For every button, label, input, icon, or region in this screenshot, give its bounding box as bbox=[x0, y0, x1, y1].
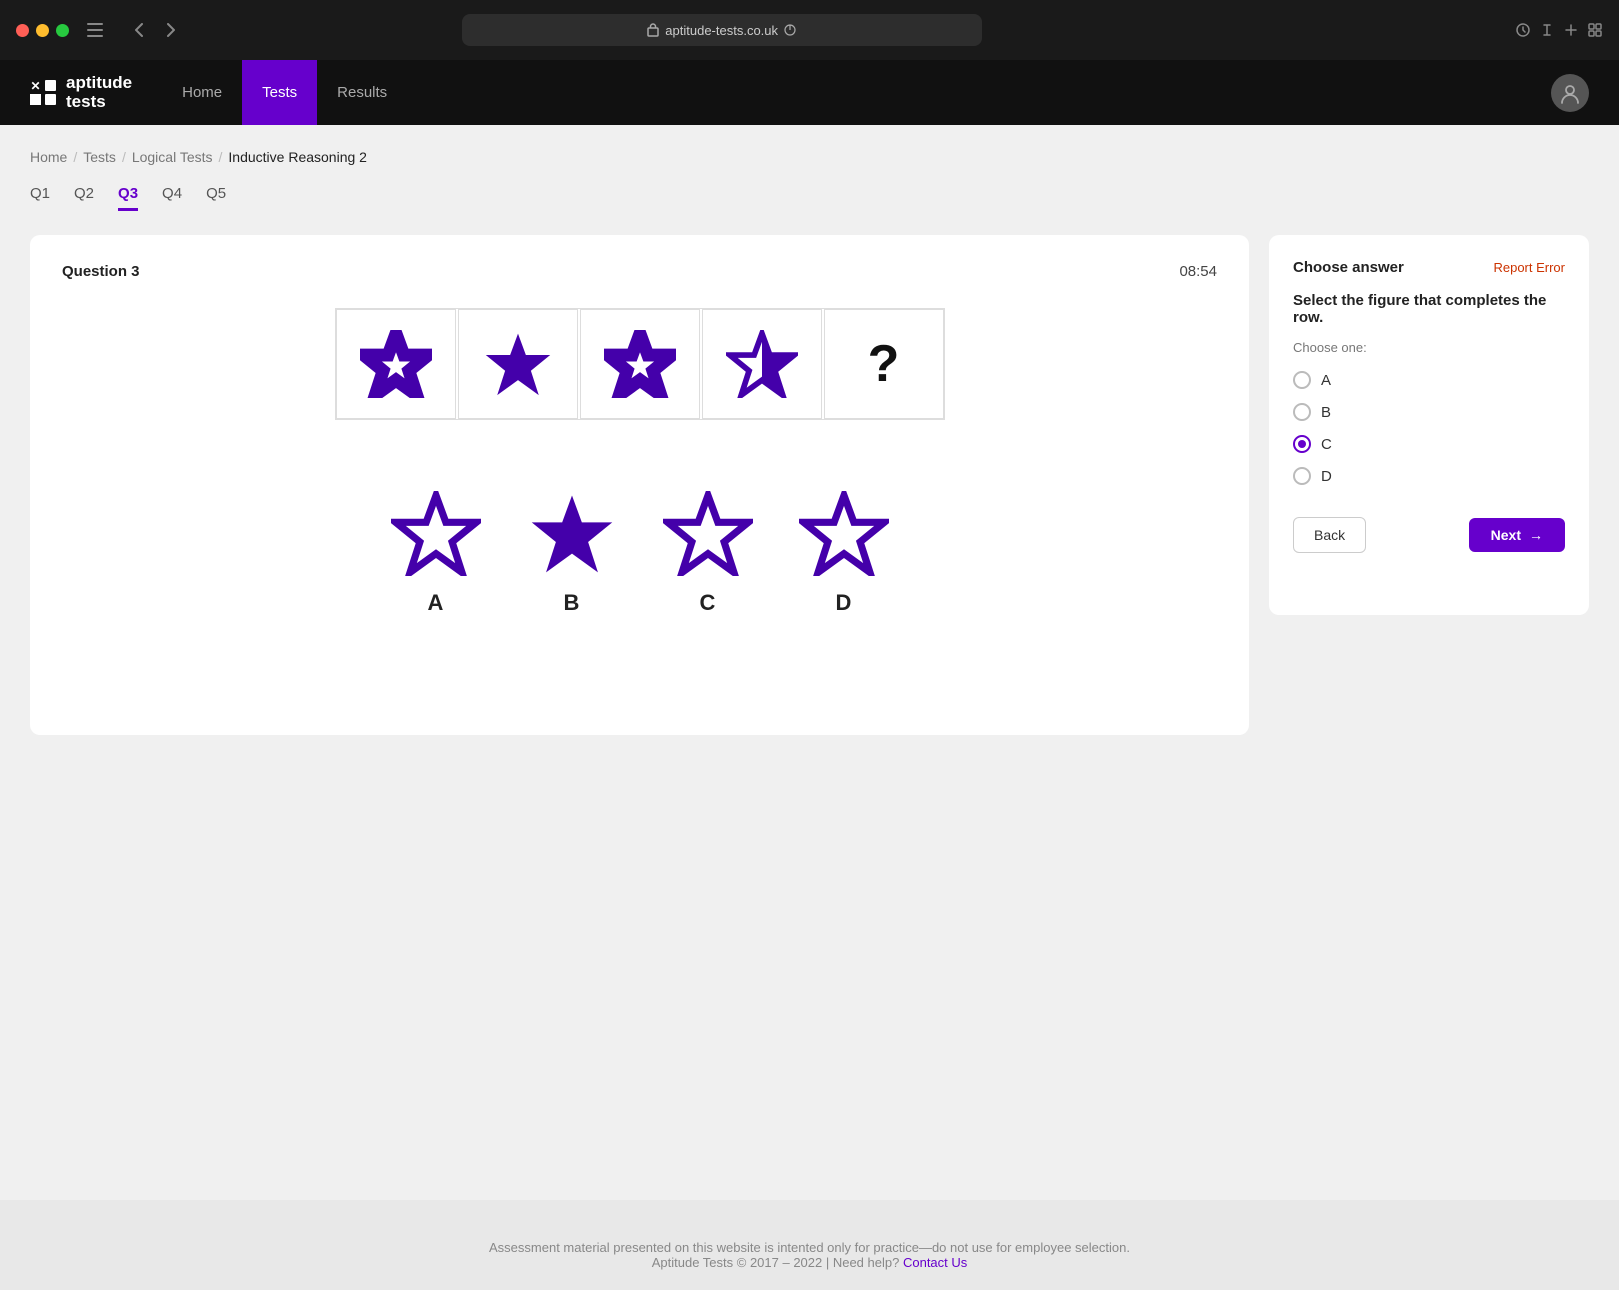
answer-option-a[interactable]: A bbox=[386, 488, 486, 616]
answer-option-c[interactable]: C bbox=[658, 488, 758, 616]
forward-nav-icon[interactable] bbox=[157, 16, 185, 44]
user-avatar[interactable] bbox=[1551, 74, 1589, 112]
nav-results[interactable]: Results bbox=[317, 60, 407, 125]
answer-label-d: D bbox=[836, 590, 852, 616]
logo-line2: tests bbox=[66, 93, 132, 112]
url-text: aptitude-tests.co.uk bbox=[665, 23, 778, 38]
star-a bbox=[386, 488, 486, 578]
radio-option-a[interactable]: A bbox=[1293, 371, 1565, 389]
question-title: Question 3 bbox=[62, 263, 140, 280]
radio-options: A B C D bbox=[1293, 371, 1565, 485]
separator-1: / bbox=[73, 149, 77, 165]
next-arrow-icon: → bbox=[1529, 527, 1543, 543]
tab-q3[interactable]: Q3 bbox=[118, 185, 138, 211]
breadcrumb-home[interactable]: Home bbox=[30, 149, 67, 165]
nav-home[interactable]: Home bbox=[162, 60, 242, 125]
separator-2: / bbox=[122, 149, 126, 165]
choose-one-label: Choose one: bbox=[1293, 340, 1565, 355]
sidebar-toggle-icon[interactable] bbox=[81, 16, 109, 44]
logo-icon: ✕ bbox=[30, 80, 56, 105]
radio-circle-d[interactable] bbox=[1293, 467, 1311, 485]
tab-q2[interactable]: Q2 bbox=[74, 185, 94, 211]
contact-us-link[interactable]: Contact Us bbox=[903, 1255, 967, 1270]
separator-3: / bbox=[219, 149, 223, 165]
radio-label-d: D bbox=[1321, 468, 1332, 485]
radio-circle-c[interactable] bbox=[1293, 435, 1311, 453]
star-cell-2 bbox=[458, 309, 578, 419]
question-timer: 08:54 bbox=[1179, 263, 1217, 280]
answer-label-a: A bbox=[428, 590, 444, 616]
question-card: Question 3 08:54 bbox=[30, 235, 1249, 735]
radio-option-b[interactable]: B bbox=[1293, 403, 1565, 421]
question-tabs: Q1 Q2 Q3 Q4 Q5 bbox=[30, 185, 1589, 211]
browser-actions bbox=[1515, 22, 1603, 38]
star-cell-1 bbox=[336, 309, 456, 419]
radio-label-b: B bbox=[1321, 404, 1331, 421]
answer-label-c: C bbox=[700, 590, 716, 616]
address-bar[interactable]: aptitude-tests.co.uk bbox=[462, 14, 982, 46]
logo-line1: aptitude bbox=[66, 74, 132, 93]
navbar: ✕ aptitude tests Home Tests Results bbox=[0, 60, 1619, 125]
answer-option-b[interactable]: B bbox=[522, 488, 622, 616]
logo-area: ✕ aptitude tests bbox=[30, 74, 132, 111]
nav-tests[interactable]: Tests bbox=[242, 60, 317, 125]
tab-q5[interactable]: Q5 bbox=[206, 185, 226, 211]
star-b bbox=[522, 488, 622, 578]
star-cell-3 bbox=[580, 309, 700, 419]
answer-label-b: B bbox=[564, 590, 580, 616]
answer-panel-header: Choose answer Report Error bbox=[1293, 259, 1565, 276]
back-button[interactable]: Back bbox=[1293, 517, 1366, 553]
star-c bbox=[658, 488, 758, 578]
breadcrumb-logical[interactable]: Logical Tests bbox=[132, 149, 213, 165]
main-content: Home / Tests / Logical Tests / Inductive… bbox=[0, 125, 1619, 1200]
close-dot[interactable] bbox=[16, 24, 29, 37]
browser-dots bbox=[16, 24, 69, 37]
breadcrumb-tests[interactable]: Tests bbox=[83, 149, 116, 165]
answer-option-d[interactable]: D bbox=[794, 488, 894, 616]
answer-options-visual: A B bbox=[62, 488, 1217, 616]
answer-panel: Choose answer Report Error Select the fi… bbox=[1269, 235, 1589, 615]
select-instruction: Select the figure that completes the row… bbox=[1293, 292, 1565, 326]
star-d bbox=[794, 488, 894, 578]
minimize-dot[interactable] bbox=[36, 24, 49, 37]
content-layout: Question 3 08:54 bbox=[30, 235, 1589, 735]
breadcrumb: Home / Tests / Logical Tests / Inductive… bbox=[30, 149, 1589, 165]
radio-option-d[interactable]: D bbox=[1293, 467, 1565, 485]
logo-x: ✕ bbox=[30, 80, 41, 91]
logo-sq1 bbox=[45, 80, 56, 91]
back-nav-icon[interactable] bbox=[125, 16, 153, 44]
footer-disclaimer: Assessment material presented on this we… bbox=[20, 1240, 1599, 1255]
radio-circle-a[interactable] bbox=[1293, 371, 1311, 389]
browser-chrome: aptitude-tests.co.uk bbox=[0, 0, 1619, 60]
question-header: Question 3 08:54 bbox=[62, 263, 1217, 280]
star-cell-5: ? bbox=[824, 309, 944, 419]
logo-text: aptitude tests bbox=[66, 74, 132, 111]
radio-label-a: A bbox=[1321, 372, 1331, 389]
browser-nav bbox=[125, 16, 185, 44]
nav-links: Home Tests Results bbox=[162, 60, 407, 125]
maximize-dot[interactable] bbox=[56, 24, 69, 37]
tab-q4[interactable]: Q4 bbox=[162, 185, 182, 211]
panel-actions: Back Next → bbox=[1293, 517, 1565, 553]
choose-answer-title: Choose answer bbox=[1293, 259, 1404, 276]
next-button[interactable]: Next → bbox=[1469, 518, 1565, 552]
footer: Assessment material presented on this we… bbox=[0, 1200, 1619, 1290]
next-label: Next bbox=[1491, 527, 1521, 543]
radio-option-c[interactable]: C bbox=[1293, 435, 1565, 453]
radio-label-c: C bbox=[1321, 436, 1332, 453]
tab-q1[interactable]: Q1 bbox=[30, 185, 50, 211]
logo-sq3 bbox=[45, 94, 56, 105]
logo-sq2 bbox=[30, 94, 41, 105]
star-cell-4 bbox=[702, 309, 822, 419]
footer-copyright: Aptitude Tests © 2017 – 2022 | Need help… bbox=[20, 1255, 1599, 1270]
radio-circle-b[interactable] bbox=[1293, 403, 1311, 421]
star-pattern-grid: ? bbox=[335, 308, 945, 420]
footer-copyright-text: Aptitude Tests © 2017 – 2022 | Need help… bbox=[652, 1255, 900, 1270]
breadcrumb-current: Inductive Reasoning 2 bbox=[228, 149, 367, 165]
report-error-link[interactable]: Report Error bbox=[1493, 260, 1565, 275]
